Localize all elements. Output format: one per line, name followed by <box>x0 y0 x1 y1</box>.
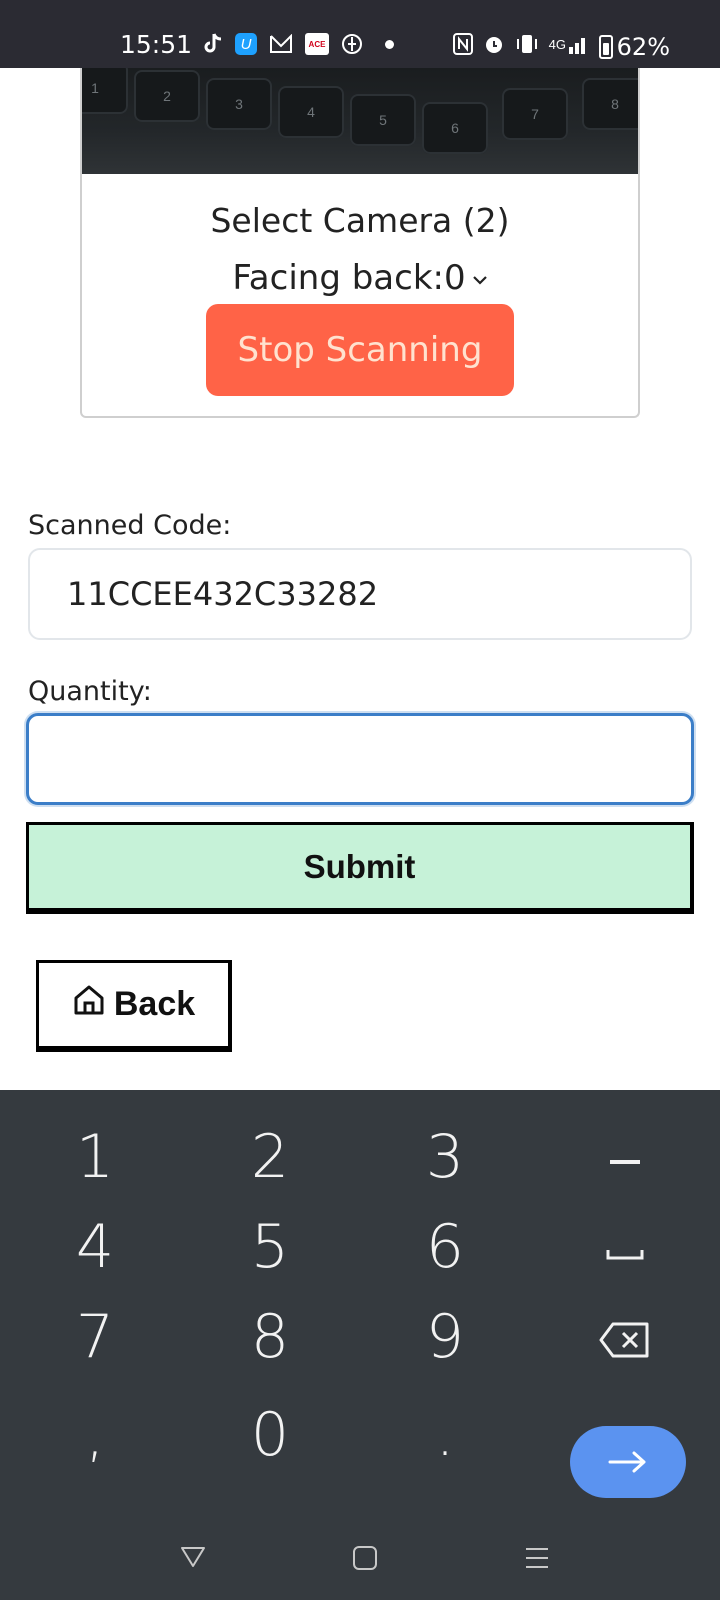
select-camera-label: Select Camera (2) <box>210 201 510 240</box>
key-hyphen[interactable] <box>570 1122 680 1197</box>
p-app-icon <box>341 32 363 56</box>
status-bar: 15:51 U ACE 4G 62% <box>0 0 720 68</box>
key-8[interactable]: 8 <box>215 1302 325 1372</box>
key-comma[interactable]: , <box>40 1400 150 1470</box>
stop-scanning-button[interactable]: Stop Scanning <box>206 304 514 396</box>
status-time: 15:51 <box>120 30 193 59</box>
battery-percent: 62% <box>616 33 670 61</box>
home-icon <box>72 984 106 1025</box>
signal-icon: 4G <box>549 32 590 56</box>
camera-select[interactable]: Facing back:0 <box>82 258 638 298</box>
u-app-icon: U <box>235 33 257 55</box>
key-7[interactable]: 7 <box>40 1302 150 1372</box>
scanned-code-field[interactable]: 11CCEE432C33282 <box>28 548 692 640</box>
key-2[interactable]: 2 <box>215 1122 325 1192</box>
scanner-card: 1 2 3 4 5 6 7 8 Select Camera (2) Facing… <box>80 68 640 418</box>
nfc-icon <box>452 32 473 56</box>
vibrate-icon <box>515 32 539 56</box>
arrow-right-icon <box>608 1451 646 1473</box>
back-label: Back <box>113 985 196 1023</box>
key-0[interactable]: 0 <box>215 1400 325 1470</box>
back-button[interactable]: Back <box>36 960 232 1052</box>
quantity-input[interactable] <box>26 713 694 805</box>
key-4[interactable]: 4 <box>40 1212 150 1282</box>
numeric-keyboard: 1 2 3 4 5 6 7 8 9 , 0 . <box>0 1090 720 1600</box>
ace-app-icon: ACE <box>305 33 329 55</box>
backspace-key[interactable] <box>570 1302 680 1375</box>
mail-icon <box>269 32 293 56</box>
backspace-icon <box>599 1322 649 1358</box>
key-period[interactable]: . <box>390 1400 500 1470</box>
battery-icon <box>598 35 613 59</box>
key-5[interactable]: 5 <box>215 1212 325 1282</box>
chevron-down-icon <box>472 267 488 292</box>
notification-icons: U ACE <box>203 32 394 56</box>
dot-icon <box>385 39 394 49</box>
key-6[interactable]: 6 <box>390 1212 500 1282</box>
scanned-code-label: Scanned Code: <box>28 510 232 541</box>
submit-button[interactable]: Submit <box>26 822 694 914</box>
enter-key[interactable] <box>570 1426 686 1498</box>
alarm-icon <box>483 32 505 56</box>
camera-preview[interactable]: 1 2 3 4 5 6 7 8 <box>82 68 638 174</box>
battery-indicator: 62% <box>598 33 670 61</box>
network-type: 4G <box>548 36 566 52</box>
key-space[interactable] <box>570 1212 680 1287</box>
key-3[interactable]: 3 <box>390 1122 500 1192</box>
back-nav-icon[interactable] <box>180 1545 206 1574</box>
home-nav-icon[interactable] <box>352 1545 378 1576</box>
recents-nav-icon[interactable] <box>524 1545 550 1576</box>
camera-select-value: Facing back:0 <box>232 258 466 298</box>
key-9[interactable]: 9 <box>390 1302 500 1372</box>
navigation-bar <box>0 1520 720 1600</box>
system-icons: 4G <box>452 32 590 56</box>
quantity-label: Quantity: <box>28 676 152 707</box>
key-1[interactable]: 1 <box>40 1122 150 1192</box>
tiktok-icon <box>203 32 223 56</box>
